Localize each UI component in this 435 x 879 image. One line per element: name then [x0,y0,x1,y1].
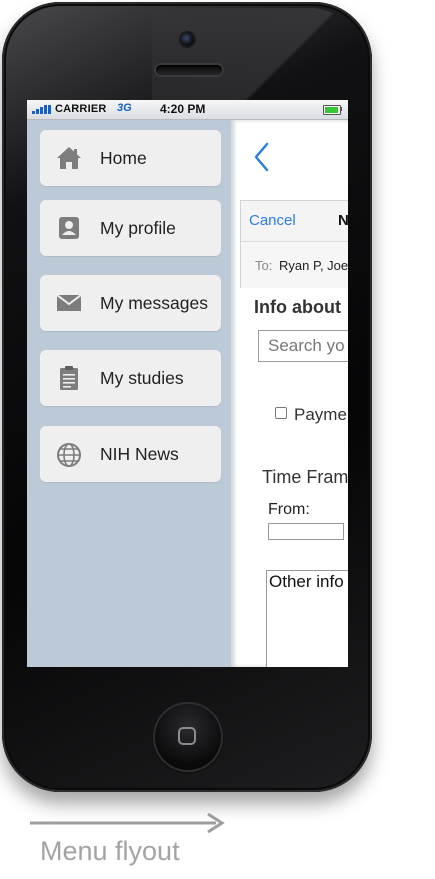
home-button-square-icon [178,727,196,745]
menu-item-nih-news[interactable]: NIH News [40,426,221,482]
clipboard-icon [60,366,78,390]
front-camera [181,33,194,46]
annotation-caption: Menu flyout [40,836,180,866]
menu-item-my-messages[interactable]: My messages [40,275,221,331]
status-time: 4:20 PM [160,102,206,116]
other-info-textarea[interactable]: Other info [266,570,348,667]
menu-item-label: My studies [100,368,184,388]
home-button[interactable] [155,704,221,770]
search-placeholder: Search yo [268,336,345,355]
from-date-input[interactable] [268,523,344,540]
other-info-text: Other info [269,572,344,591]
globe-icon [57,443,81,467]
battery-icon [323,105,341,115]
menu-item-my-profile[interactable]: My profile [40,200,221,256]
payment-checkbox[interactable] [275,407,287,419]
menu-item-label: NIH News [100,444,179,464]
device-screen: CARRIER 3G 4:20 PM Home My profile My me… [27,100,348,667]
menu-item-label: My profile [100,218,176,238]
main-content-panel: Cancel N To: Ryan P, Joe Info about Sear… [231,120,348,667]
carrier-name: CARRIER [55,103,107,115]
from-label: From: [268,501,310,518]
to-label: To: [255,258,273,273]
signal-strength-icon [32,105,52,114]
time-frame-label: Time Fram [262,467,348,487]
menu-item-label: Home [100,148,147,168]
recipient-field[interactable]: Ryan P, Joe [279,258,348,273]
search-input[interactable]: Search yo [258,330,348,362]
compose-message-header: Cancel N To: Ryan P, Joe [240,200,348,288]
side-menu: Home My profile My messages My studies N… [27,120,231,667]
menu-item-home[interactable]: Home [40,130,221,186]
earpiece-speaker [156,65,222,75]
info-heading: Info about [254,297,341,317]
payment-checkbox-label: Payme [294,405,347,424]
compose-title: N [338,212,348,229]
menu-item-label: My messages [100,293,208,313]
right-arrow-icon [30,812,225,834]
status-bar: CARRIER 3G 4:20 PM [27,100,348,120]
back-chevron-icon[interactable] [251,140,273,174]
network-type: 3G [117,102,132,114]
recipient-row: To: Ryan P, Joe [241,241,348,288]
envelope-icon [56,294,82,311]
battery-tip [340,107,342,111]
battery-level [325,107,338,113]
cancel-button[interactable]: Cancel [249,212,296,229]
menu-item-my-studies[interactable]: My studies [40,350,221,406]
profile-icon [59,217,79,239]
home-icon [57,147,81,169]
